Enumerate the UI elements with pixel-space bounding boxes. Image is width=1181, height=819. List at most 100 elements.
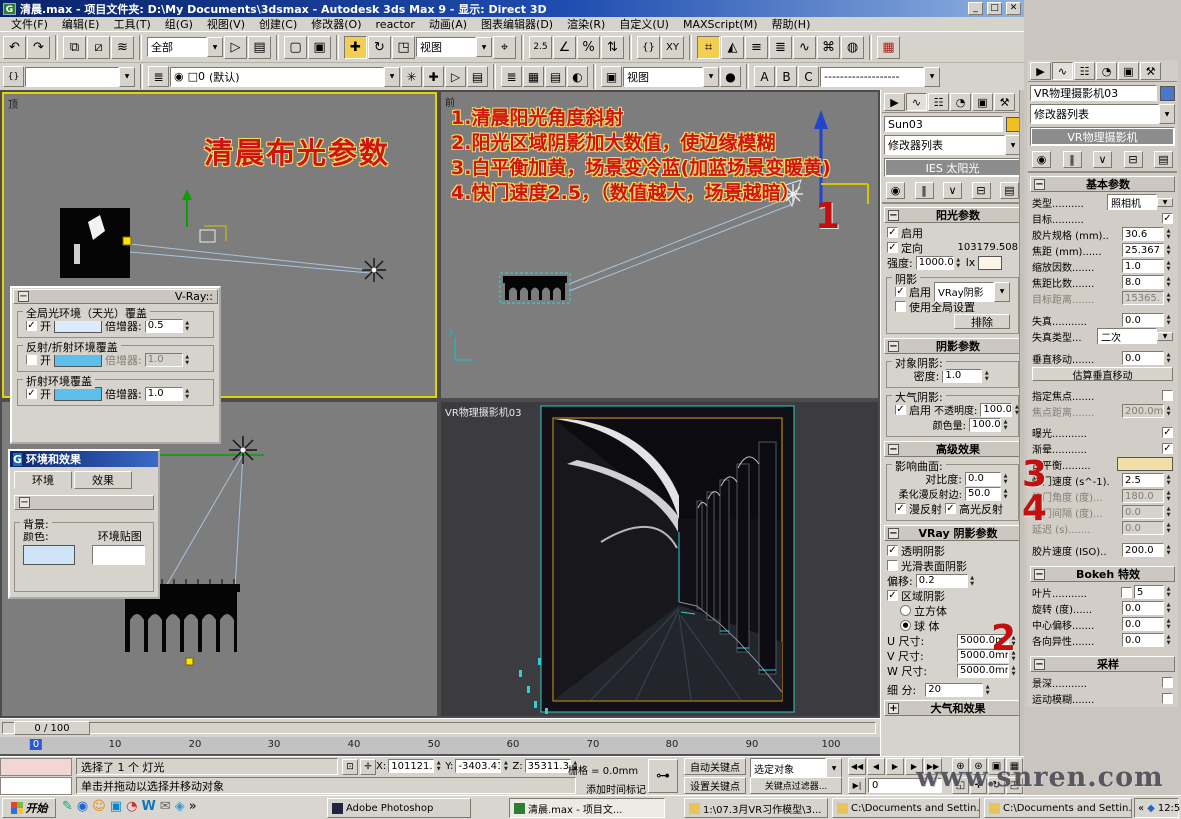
curve-editor2-icon[interactable]: ▦ [523, 66, 544, 87]
quicklaunch-icon-2[interactable]: ◉ [77, 799, 88, 814]
sun-enable-checkbox[interactable]: ✓ [887, 227, 898, 238]
dropdown-arrow-icon[interactable] [924, 67, 940, 87]
viewport-camera-label[interactable]: VR物理摄影机03 [445, 404, 522, 419]
density-field[interactable]: 1.0 [942, 369, 982, 383]
tray-status-icon[interactable]: ◆ [1147, 803, 1155, 814]
exposure-checkbox[interactable]: ✓ [1162, 427, 1173, 438]
intensity-field[interactable]: 1000.0 [916, 256, 954, 270]
bokeh-rotation-field[interactable]: 0.0 [1122, 601, 1164, 615]
render-preset-c-icon[interactable]: C [798, 66, 819, 87]
transparent-shadow-checkbox[interactable]: ✓ [887, 545, 898, 556]
center-bias-field[interactable]: 0.0 [1122, 617, 1164, 631]
collapse-icon[interactable] [888, 341, 899, 352]
spinner[interactable] [1001, 488, 1010, 500]
tray-chevron-icon[interactable]: « [1138, 803, 1144, 814]
menu-graph-editors[interactable]: 图表编辑器(D) [474, 16, 560, 32]
quicklaunch-icon-7[interactable]: ✉ [160, 799, 171, 814]
collapse-icon[interactable] [888, 528, 899, 539]
add-time-tag[interactable]: 添加时间标记 [586, 781, 646, 796]
lock-selection-icon[interactable]: ⊡ [342, 759, 358, 775]
rect-region-icon[interactable]: ▢ [284, 36, 307, 59]
quicklaunch-icon-1[interactable]: ✎ [62, 799, 73, 814]
vertical-shift-field[interactable]: 0.0 [1122, 351, 1164, 365]
spinner[interactable] [183, 320, 192, 332]
menu-views[interactable]: 视图(V) [200, 16, 252, 32]
object-name-field[interactable]: Sun03 [884, 116, 1003, 132]
show-end-result-icon[interactable]: ‖ [915, 182, 934, 199]
material2-icon[interactable]: ◐ [567, 66, 588, 87]
motion-blur-checkbox[interactable] [1162, 693, 1173, 704]
previous-frame-icon[interactable]: ◀ [867, 758, 885, 775]
spinner[interactable] [1009, 665, 1018, 677]
menu-modifiers[interactable]: 修改器(O) [304, 16, 368, 32]
tab-motion-icon[interactable]: ◔ [1096, 62, 1117, 80]
distortion-field[interactable]: 0.0 [1122, 313, 1164, 327]
camera-type-dropdown[interactable]: 照相机 [1107, 194, 1173, 210]
shadow-enable-checkbox[interactable]: ✓ [895, 286, 906, 297]
render-scene-icon[interactable]: ▦ [877, 36, 900, 59]
select-by-name-icon[interactable]: ▤ [248, 36, 271, 59]
opacity-field[interactable]: 100.0 [980, 403, 1012, 417]
spinner[interactable] [982, 370, 991, 382]
contrast-field[interactable]: 0.0 [965, 472, 1001, 486]
remove-modifier-icon[interactable]: ⊟ [1124, 151, 1143, 168]
menu-animation[interactable]: 动画(A) [422, 16, 474, 32]
collapse-icon[interactable] [1034, 179, 1045, 190]
tab-motion-icon[interactable]: ◔ [950, 93, 971, 111]
wsize-field[interactable]: 5000.0mm [957, 664, 1009, 678]
play-icon[interactable]: ▶ [886, 758, 904, 775]
spinner[interactable] [1001, 473, 1010, 485]
zoom-factor-field[interactable]: 1.0 [1122, 259, 1164, 273]
refr-mult-field[interactable]: 1.0 [145, 387, 183, 401]
named-sel-edit-icon[interactable]: {} [3, 66, 24, 87]
start-button[interactable]: 开始 [2, 798, 56, 818]
rollout-basic-params[interactable]: 基本参数 [1030, 176, 1175, 192]
redo-icon[interactable]: ↷ [27, 36, 50, 59]
spinner[interactable] [954, 257, 963, 269]
dropdown-arrow-icon[interactable] [1157, 198, 1173, 207]
undo-icon[interactable]: ↶ [3, 36, 26, 59]
task-folder-1[interactable]: 1:\07.3月VR习作模型\3... [684, 798, 828, 818]
stack-item-ies-sun[interactable]: IES 太阳光 [886, 160, 1019, 175]
viewport-top-label[interactable]: 顶 [8, 96, 18, 111]
render-setup-icon[interactable]: ▣ [601, 66, 622, 87]
menu-tools[interactable]: 工具(T) [106, 16, 157, 32]
make-unique-icon[interactable]: ∨ [943, 182, 962, 199]
menu-file[interactable]: 文件(F) [4, 16, 55, 32]
collapse-icon[interactable] [18, 291, 29, 302]
angle-snap-icon[interactable]: ∠ [553, 36, 576, 59]
sun-targeted-checkbox[interactable]: ✓ [887, 242, 898, 253]
iso-field[interactable]: 200.0 [1122, 543, 1164, 557]
auto-key-button[interactable]: 自动关键点 [684, 758, 746, 775]
curve-editor-icon[interactable]: ∿ [793, 36, 816, 59]
dropdown-arrow-icon[interactable] [119, 67, 135, 87]
select-object-icon[interactable]: ▷ [224, 36, 247, 59]
scale-icon[interactable]: ◳ [392, 36, 415, 59]
layers-list-icon[interactable]: ≣ [501, 66, 522, 87]
task-3dsmax-active[interactable]: 清晨.max - 项目文... [509, 798, 665, 818]
layer-manager-icon[interactable]: ≣ [769, 36, 792, 59]
collapse-icon[interactable] [1034, 569, 1045, 580]
menu-customize[interactable]: 自定义(U) [612, 16, 676, 32]
spinner[interactable] [983, 684, 992, 696]
configure-modifier-icon[interactable]: ▤ [1000, 182, 1019, 199]
unlink-icon[interactable]: ⧄ [87, 36, 110, 59]
tab-hierarchy-icon[interactable]: ☷ [928, 93, 949, 111]
y-coordinate-field[interactable]: -3403.416 [455, 759, 501, 773]
specular-checkbox[interactable]: ✓ [945, 503, 956, 514]
spinner[interactable] [968, 575, 977, 587]
quicklaunch-icon-5[interactable]: ◔ [126, 799, 137, 814]
quicklaunch-icon-4[interactable]: ▣ [110, 799, 122, 814]
guess-vertical-button[interactable]: 估算垂直移动 [1032, 367, 1173, 381]
env-rollout-header[interactable] [14, 495, 154, 510]
vignetting-checkbox[interactable]: ✓ [1162, 443, 1173, 454]
viewport-camera[interactable]: VR物理摄影机03 [441, 402, 878, 716]
render-preset-b-icon[interactable]: B [776, 66, 797, 87]
rollout-adv-effects[interactable]: 高级效果 [884, 441, 1021, 457]
tab-environment[interactable]: 环境 [14, 471, 72, 489]
rollout-sampling[interactable]: 采样 [1030, 656, 1175, 672]
stack-item-vray-camera[interactable]: VR物理摄影机 [1032, 129, 1173, 144]
collapse-icon[interactable] [888, 444, 899, 455]
spinner[interactable] [1001, 419, 1010, 431]
tab-modify-icon[interactable]: ∿ [1052, 62, 1073, 80]
